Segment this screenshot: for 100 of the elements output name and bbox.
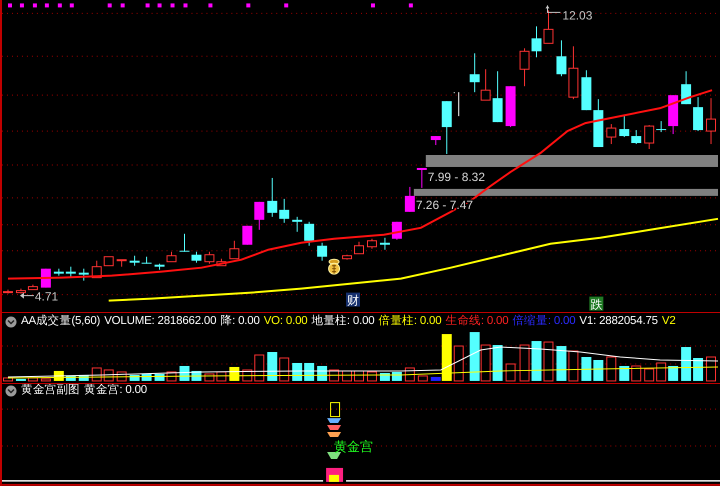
volume-bar [492, 345, 503, 381]
candlestick [454, 92, 460, 117]
candlestick [3, 289, 13, 294]
candlestick [292, 216, 302, 232]
volume-bar [544, 342, 554, 382]
volume-bar [454, 346, 464, 382]
collapse-toggle-icon[interactable] [5, 385, 17, 397]
candlestick [492, 70, 503, 123]
candlestick [254, 201, 264, 230]
volume-bar [706, 356, 716, 382]
volume-bar [606, 356, 616, 382]
volume-bar [279, 358, 290, 382]
candlestick [506, 86, 516, 128]
volume-bar [480, 344, 491, 382]
candlestick [317, 242, 328, 262]
indicator-value: 倍缩量: 0.00 [512, 314, 576, 330]
price-label: 4.71 [34, 290, 58, 304]
volume-bar [681, 347, 692, 381]
candlestick [619, 116, 630, 138]
volume-bar [366, 371, 377, 382]
candlestick [631, 130, 642, 145]
indicator-value: V1: 2882054.75 [579, 314, 658, 330]
candlestick [104, 256, 114, 266]
candlestick [116, 259, 127, 268]
candlestick [581, 70, 592, 111]
candlestick [380, 237, 390, 250]
candlestick [656, 120, 666, 133]
volume-bar [254, 354, 264, 382]
indicator-value: 生命线: 0.00 [445, 314, 508, 330]
volume-bar [619, 366, 630, 381]
candlestick [706, 98, 716, 145]
volume-bar [28, 377, 38, 382]
volume-bar [568, 350, 578, 382]
candlestick [342, 254, 352, 260]
volume-bar [506, 363, 516, 382]
event-marker: 跌 [589, 296, 604, 312]
candlestick [520, 48, 530, 87]
volume-bar [693, 358, 704, 381]
candlestick [644, 124, 654, 150]
candlestick [142, 256, 152, 264]
candlestick [279, 198, 290, 224]
candlestick [480, 68, 491, 101]
collapse-toggle-icon[interactable] [5, 316, 17, 328]
volume-bar [16, 378, 26, 381]
indicator-value: 倍量柱: 0.00 [378, 314, 442, 330]
volume-bar [556, 346, 566, 381]
volume-bar [656, 362, 666, 382]
candlestick [470, 52, 480, 93]
volume-bar [66, 376, 76, 381]
candlestick [16, 288, 26, 294]
indicator-value: 地量柱: 0.00 [311, 314, 374, 330]
candlestick [354, 241, 364, 254]
candlestick [267, 177, 278, 218]
candlestick [54, 268, 64, 276]
candlestick [130, 255, 140, 266]
candlestick [78, 268, 89, 282]
candlestick [681, 70, 692, 105]
candlestick [216, 258, 226, 266]
price-label: 12.03 [562, 8, 592, 22]
volume-bar [470, 332, 480, 381]
volume-bar [581, 357, 592, 381]
volume-bar [631, 365, 642, 382]
candlestick [366, 238, 377, 250]
candlestick [191, 251, 202, 264]
candlestick [180, 233, 190, 252]
leader-line [545, 4, 561, 13]
candlestick [304, 221, 314, 246]
zone-label: 7.99 - 8.32 [428, 170, 485, 184]
money-bag-icon [328, 258, 340, 275]
volume-bar [668, 366, 678, 381]
candlestick [229, 240, 240, 260]
candlestick [204, 251, 214, 264]
candlestick [242, 225, 252, 246]
candlestick [416, 167, 427, 188]
candlestick [92, 260, 102, 278]
candlestick [568, 46, 578, 100]
volume-bar [532, 341, 542, 381]
leader-line [20, 292, 34, 299]
indicator-value: VOLUME: 2818662.00 [104, 314, 216, 330]
candlestick [606, 124, 616, 145]
candlestick [404, 186, 415, 212]
candlestick [556, 40, 566, 77]
volume-bar [644, 368, 654, 382]
indicator-value: V2 [662, 314, 676, 330]
candlestick [668, 94, 678, 135]
volume-bar [593, 360, 604, 381]
candlestick [693, 96, 704, 132]
candlestick [154, 263, 165, 270]
volume-bar [3, 377, 13, 382]
volume-bar [267, 352, 278, 381]
candlestick [166, 251, 177, 262]
indicator-value: 降: 0.00 [220, 314, 260, 330]
volume-bar [520, 344, 530, 382]
volume-bar [418, 375, 428, 382]
candlestick [66, 266, 76, 278]
candlestick [593, 98, 604, 148]
signal-label: 黄金宫 [334, 438, 374, 454]
candlestick [532, 26, 542, 58]
event-marker: 财 [346, 292, 360, 308]
indicator-value: VO: 0.00 [264, 314, 308, 330]
